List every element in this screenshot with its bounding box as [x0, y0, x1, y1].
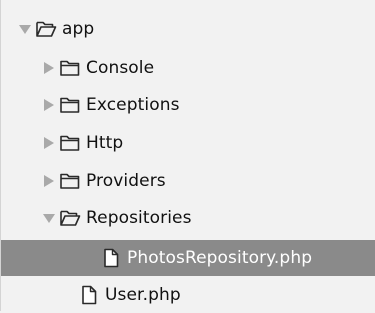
- tree-item-repositories[interactable]: Repositories: [1, 200, 375, 236]
- tree-item-console[interactable]: Console: [1, 50, 375, 86]
- tree-item-photos-repository[interactable]: PhotosRepository.php: [1, 240, 375, 276]
- tree-item-label: Exceptions: [86, 95, 180, 115]
- tree-item-label: app: [62, 19, 95, 39]
- folder-icon: [60, 60, 80, 76]
- folder-icon: [60, 135, 80, 151]
- tree-item-http[interactable]: Http: [1, 125, 375, 161]
- triangle-right-icon[interactable]: [43, 136, 55, 150]
- tree-item-label: User.php: [105, 285, 181, 305]
- tree-item-label: Console: [86, 58, 155, 78]
- file-icon: [104, 248, 119, 268]
- folder-icon: [60, 173, 80, 189]
- triangle-right-icon[interactable]: [43, 61, 55, 75]
- folder-open-icon: [36, 21, 57, 37]
- folder-icon: [60, 97, 80, 113]
- tree-item-app[interactable]: app: [1, 11, 375, 47]
- tree-item-exceptions[interactable]: Exceptions: [1, 87, 375, 123]
- triangle-right-icon[interactable]: [43, 98, 55, 112]
- file-tree: app Console Exceptions Http Providers Re…: [0, 0, 375, 311]
- triangle-right-icon[interactable]: [43, 174, 55, 188]
- tree-item-label: Http: [86, 133, 124, 153]
- folder-open-icon: [60, 210, 81, 226]
- tree-item-user[interactable]: User.php: [1, 277, 375, 313]
- tree-item-label: PhotosRepository.php: [127, 248, 313, 268]
- tree-item-providers[interactable]: Providers: [1, 163, 375, 199]
- file-icon: [82, 285, 97, 305]
- tree-item-label: Repositories: [86, 208, 192, 228]
- triangle-down-icon[interactable]: [43, 211, 55, 225]
- triangle-down-icon[interactable]: [19, 22, 31, 36]
- tree-item-label: Providers: [86, 171, 166, 191]
